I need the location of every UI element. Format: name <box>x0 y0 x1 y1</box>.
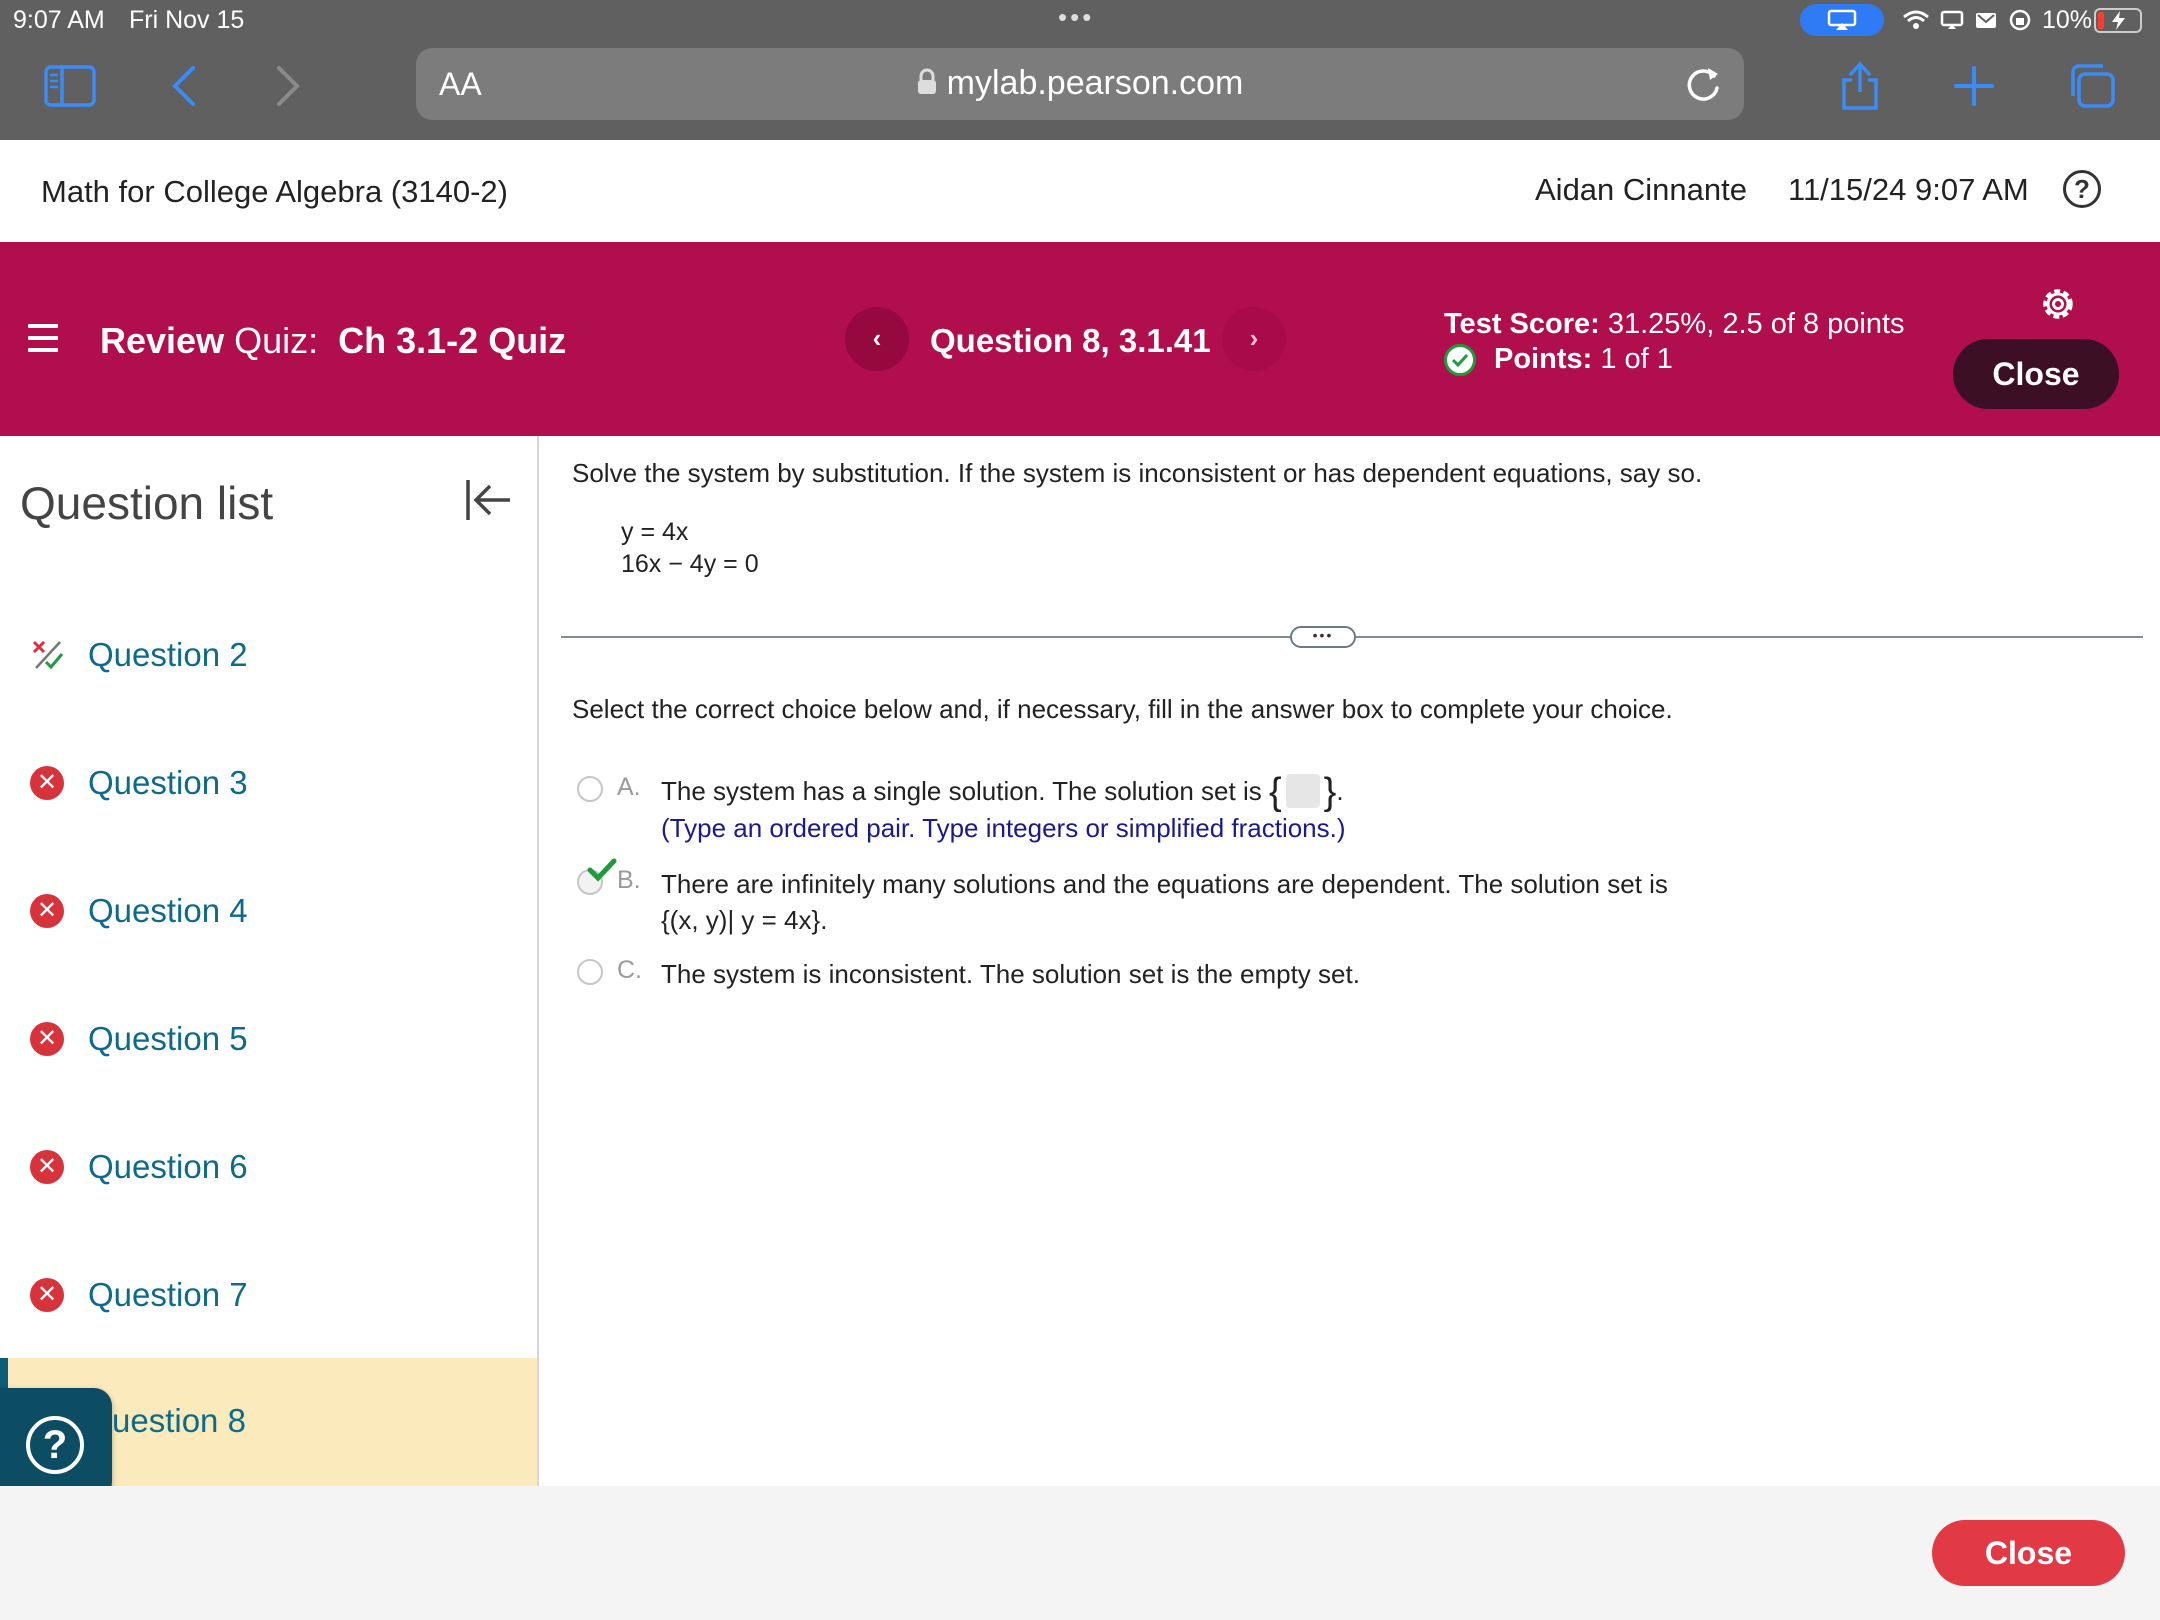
partial-credit-icon <box>32 640 64 670</box>
test-score: Test Score: 31.25%, 2.5 of 8 points <box>1444 308 1905 341</box>
choice-a-suffix: . <box>1336 776 1344 806</box>
share-icon[interactable] <box>1832 58 1888 114</box>
status-date: Fri Nov 15 <box>129 6 245 34</box>
points-label: Points: <box>1494 343 1593 375</box>
incorrect-x-icon: ✕ <box>30 1150 64 1184</box>
course-title: Math for College Algebra (3140-2) <box>41 174 508 209</box>
question-item-label: Question 7 <box>88 1276 248 1313</box>
question-item-label: Question 5 <box>88 1020 248 1057</box>
correct-checkmark-icon <box>587 858 617 882</box>
choice-b-solution-set: {(x, y)| y = 4x}. <box>661 905 828 935</box>
resize-handle[interactable]: ••• <box>1290 626 1356 648</box>
open-brace: { <box>1268 771 1282 813</box>
quiz-banner: Review Quiz: Ch 3.1-2 Quiz ‹ Question 8,… <box>0 242 2160 436</box>
footer-close-button[interactable]: Close <box>1932 1520 2125 1586</box>
choice-a-radio[interactable] <box>577 776 603 802</box>
incorrect-x-icon: ✕ <box>30 766 64 800</box>
incorrect-x-icon: ✕ <box>30 1022 64 1056</box>
choice-c-radio[interactable] <box>577 959 603 985</box>
new-tab-icon[interactable] <box>1946 58 2002 114</box>
screen-mirroring-indicator <box>1800 4 1884 36</box>
question-item-label: Question 2 <box>88 636 248 673</box>
tabs-overview-icon[interactable] <box>2064 58 2120 114</box>
sidebar-toggle-icon[interactable] <box>42 58 98 114</box>
user-name: Aidan Cinnante <box>1535 172 1747 207</box>
hamburger-menu-icon[interactable] <box>28 324 60 360</box>
status-icons <box>1902 6 2032 34</box>
question-item-label: Question 6 <box>88 1148 248 1185</box>
address-bar[interactable]: AA mylab.pearson.com <box>416 48 1744 120</box>
question-item-label: Question 4 <box>88 892 248 929</box>
equation-2: 16x − 4y = 0 <box>621 550 759 578</box>
reload-icon[interactable] <box>1684 64 1722 104</box>
choice-c-text: The system is inconsistent. The solution… <box>661 959 1360 989</box>
answer-input-box[interactable] <box>1285 774 1320 808</box>
question-points: Points: 1 of 1 <box>1444 343 1673 376</box>
choice-letter: C. <box>617 956 642 984</box>
question-item-label: uestion 8 <box>112 1402 246 1439</box>
question-item-7[interactable]: ✕ Question 7 <box>0 1232 537 1360</box>
points-value: 1 of 1 <box>1600 343 1673 375</box>
back-arrow-icon[interactable] <box>156 58 212 114</box>
equation-system: y = 4x 16x − 4y = 0 <box>621 516 759 580</box>
choice-b-text: There are infinitely many solutions and … <box>661 869 1668 899</box>
choice-letter: B. <box>617 866 641 894</box>
choice-a-hint: (Type an ordered pair. Type integers or … <box>661 813 1346 843</box>
question-item-5[interactable]: ✕ Question 5 <box>0 976 537 1104</box>
status-time: 9:07 AM <box>13 6 105 34</box>
quiz-title: Review Quiz: Ch 3.1-2 Quiz <box>100 320 566 362</box>
question-list-panel: Question list Question 2 ✕ Question 3 ✕ … <box>0 436 539 1486</box>
settings-gear-icon[interactable] <box>2038 284 2078 324</box>
choice-a-text: The system has a single solution. The so… <box>661 776 1262 806</box>
question-list-title: Question list <box>20 477 274 529</box>
question-item-3[interactable]: ✕ Question 3 <box>0 720 537 848</box>
current-question-label: Question 8, 3.1.41 <box>930 322 1211 359</box>
test-score-label: Test Score: <box>1444 308 1600 340</box>
floating-help-button[interactable]: ? <box>0 1388 112 1500</box>
select-instructions: Select the correct choice below and, if … <box>572 694 1673 724</box>
review-label: Review <box>100 320 225 361</box>
question-item-6[interactable]: ✕ Question 6 <box>0 1104 537 1232</box>
airplay-icon <box>1827 9 1857 30</box>
choice-letter: A. <box>617 773 641 801</box>
url-display[interactable]: mylab.pearson.com <box>416 64 1744 103</box>
multitasking-dots-icon[interactable]: ••• <box>1058 2 1094 33</box>
question-item-label: Question 3 <box>88 764 248 801</box>
screen-share-icon <box>1940 10 1964 29</box>
collapse-panel-icon[interactable] <box>464 476 514 524</box>
quiz-name: Ch 3.1-2 Quiz <box>338 320 567 361</box>
problem-instructions: Solve the system by substitution. If the… <box>572 458 1703 488</box>
quiz-label: Quiz: <box>234 320 319 361</box>
course-header: Math for College Algebra (3140-2) Aidan … <box>0 140 2160 242</box>
mail-icon <box>1976 13 1996 28</box>
rotation-lock-icon <box>2009 9 2031 31</box>
url-text: mylab.pearson.com <box>946 64 1244 102</box>
next-question-button[interactable]: › <box>1222 307 1286 371</box>
question-mark-icon: ? <box>26 1416 84 1474</box>
question-item-2[interactable]: Question 2 <box>0 592 537 720</box>
header-datetime: 11/15/24 9:07 AM <box>1788 172 2029 207</box>
question-content: Solve the system by substitution. If the… <box>541 436 2160 1486</box>
help-icon[interactable]: ? <box>2063 170 2101 208</box>
battery-percent: 10% <box>2042 6 2093 34</box>
battery-icon <box>2094 8 2142 33</box>
incorrect-x-icon: ✕ <box>30 1278 64 1312</box>
footer-bar: Close <box>0 1486 2160 1620</box>
incorrect-x-icon: ✕ <box>30 894 64 928</box>
forward-arrow-icon[interactable] <box>260 58 316 114</box>
question-item-4[interactable]: ✕ Question 4 <box>0 848 537 976</box>
test-score-value: 31.25%, 2.5 of 8 points <box>1607 308 1905 340</box>
correct-check-icon <box>1444 343 1476 376</box>
wifi-icon <box>1903 10 1929 29</box>
close-brace: } <box>1323 771 1337 813</box>
close-button[interactable]: Close <box>1953 339 2119 409</box>
equation-1: y = 4x <box>621 518 689 546</box>
lock-icon <box>917 68 936 94</box>
status-bar: 9:07 AM Fri Nov 15 ••• 10% <box>0 0 2160 40</box>
previous-question-button[interactable]: ‹ <box>845 307 909 371</box>
browser-chrome: 9:07 AM Fri Nov 15 ••• 10% AA mylab.pear… <box>0 0 2160 140</box>
